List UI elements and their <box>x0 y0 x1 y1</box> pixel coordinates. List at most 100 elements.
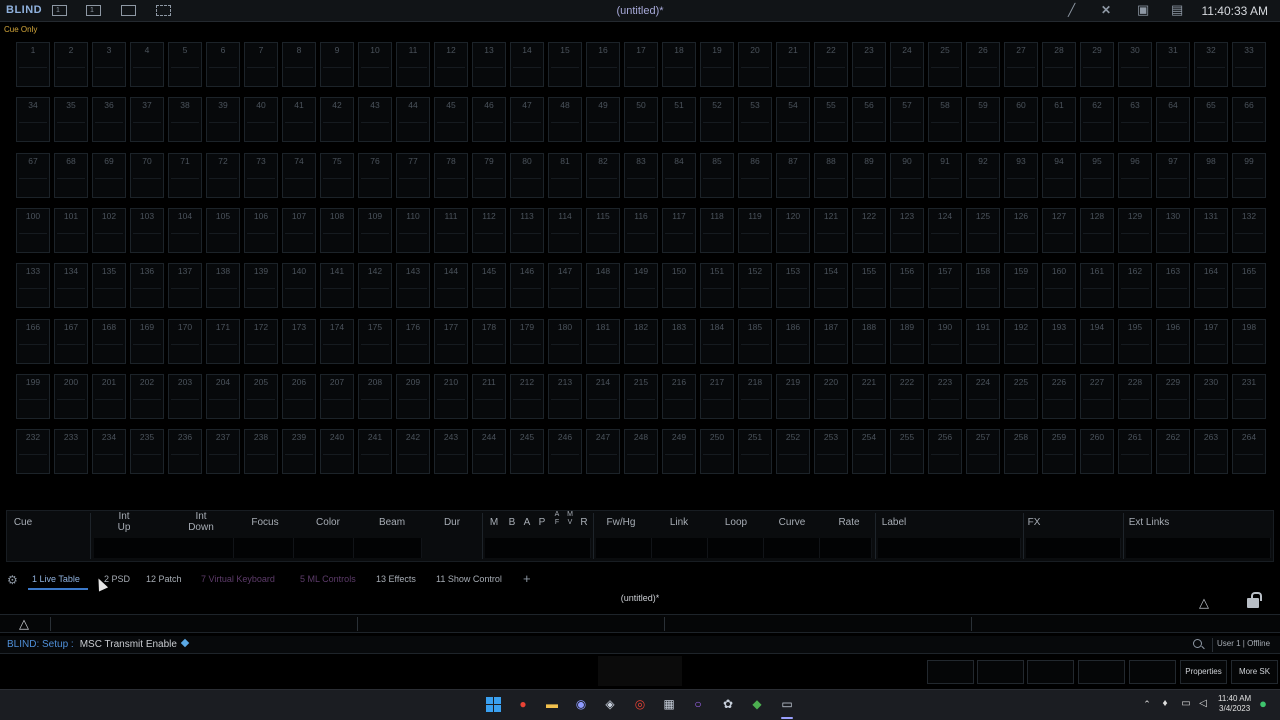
channel-cell[interactable]: 13 <box>472 42 506 87</box>
channel-cell[interactable]: 150 <box>662 263 696 309</box>
channel-cell[interactable]: 132 <box>1232 207 1266 253</box>
channel-cell[interactable]: 129 <box>1118 207 1152 253</box>
channel-cell[interactable]: 218 <box>738 373 772 419</box>
channel-cell[interactable]: 6 <box>206 42 240 87</box>
channel-cell[interactable]: 235 <box>130 429 164 475</box>
col-m[interactable]: M <box>489 517 499 528</box>
chrome-icon[interactable]: ● <box>515 696 531 712</box>
channel-cell[interactable]: 258 <box>1004 429 1038 475</box>
channel-cell[interactable]: 128 <box>1080 207 1114 253</box>
channel-cell[interactable]: 243 <box>434 429 468 475</box>
channel-cell[interactable]: 18 <box>662 42 696 87</box>
channel-cell[interactable]: 61 <box>1042 97 1076 143</box>
warning-triangle-icon[interactable]: △ <box>19 616 29 632</box>
channel-cell[interactable]: 101 <box>54 207 88 253</box>
channel-cell[interactable]: 240 <box>320 429 354 475</box>
col-r[interactable]: R <box>579 517 589 528</box>
channel-cell[interactable]: 127 <box>1042 207 1076 253</box>
channel-cell[interactable]: 255 <box>890 429 924 475</box>
record-icon[interactable]: ◎ <box>632 696 648 712</box>
channel-cell[interactable]: 219 <box>776 373 810 419</box>
channel-cell[interactable]: 78 <box>434 152 468 198</box>
col-b[interactable]: B <box>507 517 517 528</box>
steam-icon[interactable]: ◈ <box>602 696 618 712</box>
tab-show-control[interactable]: 11 Show Control <box>436 574 502 584</box>
gear-icon[interactable]: ⚙ <box>7 573 18 587</box>
channel-cell[interactable]: 89 <box>852 152 886 198</box>
channel-cell[interactable]: 195 <box>1118 318 1152 364</box>
channel-cell[interactable]: 256 <box>928 429 962 475</box>
softkey-3[interactable] <box>1027 660 1074 684</box>
channel-cell[interactable]: 236 <box>168 429 202 475</box>
channel-cell[interactable]: 225 <box>1004 373 1038 419</box>
windows-start-icon[interactable] <box>486 697 501 712</box>
channel-cell[interactable]: 142 <box>358 263 392 309</box>
channel-cell[interactable]: 114 <box>548 207 582 253</box>
channel-cell[interactable]: 138 <box>206 263 240 309</box>
cue-value-cell[interactable] <box>94 538 234 558</box>
tab-effects[interactable]: 13 Effects <box>376 574 416 584</box>
properties-softkey[interactable]: Properties <box>1180 660 1227 684</box>
channel-cell[interactable]: 190 <box>928 318 962 364</box>
channel-cell[interactable]: 40 <box>244 97 278 143</box>
channel-cell[interactable]: 141 <box>320 263 354 309</box>
channel-cell[interactable]: 113 <box>510 207 544 253</box>
channel-cell[interactable]: 252 <box>776 429 810 475</box>
channel-cell[interactable]: 247 <box>586 429 620 475</box>
channel-cell[interactable]: 223 <box>928 373 962 419</box>
cue-value-cell[interactable] <box>652 538 708 558</box>
channel-cell[interactable]: 174 <box>320 318 354 364</box>
cue-label-cell[interactable] <box>878 538 1021 558</box>
channel-cell[interactable]: 14 <box>510 42 544 87</box>
channel-cell[interactable]: 175 <box>358 318 392 364</box>
channel-cell[interactable]: 159 <box>1004 263 1038 309</box>
channel-cell[interactable]: 58 <box>928 97 962 143</box>
channel-cell[interactable]: 196 <box>1156 318 1190 364</box>
eos-app-icon[interactable]: ▭ <box>779 696 795 712</box>
channel-cell[interactable]: 26 <box>966 42 1000 87</box>
search-icon[interactable] <box>1193 639 1202 648</box>
channel-cell[interactable]: 164 <box>1194 263 1228 309</box>
channel-cell[interactable]: 119 <box>738 207 772 253</box>
channel-cell[interactable]: 171 <box>206 318 240 364</box>
channel-cell[interactable]: 167 <box>54 318 88 364</box>
channel-cell[interactable]: 184 <box>700 318 734 364</box>
keyboard-icon[interactable]: ▤ <box>1171 3 1183 17</box>
channel-cell[interactable]: 226 <box>1042 373 1076 419</box>
channel-cell[interactable]: 55 <box>814 97 848 143</box>
channel-cell[interactable]: 202 <box>130 373 164 419</box>
channel-cell[interactable]: 115 <box>586 207 620 253</box>
channel-cell[interactable]: 188 <box>852 318 886 364</box>
channel-cell[interactable]: 74 <box>282 152 316 198</box>
channel-cell[interactable]: 65 <box>1194 97 1228 143</box>
channel-cell[interactable]: 87 <box>776 152 810 198</box>
channel-cell[interactable]: 215 <box>624 373 658 419</box>
col-curve[interactable]: Curve <box>777 517 807 528</box>
channel-cell[interactable]: 107 <box>282 207 316 253</box>
channel-cell[interactable]: 36 <box>92 97 126 143</box>
network-icon[interactable]: ▭ <box>1178 696 1194 712</box>
channel-cell[interactable]: 3 <box>92 42 126 87</box>
channel-cell[interactable]: 155 <box>852 263 886 309</box>
channel-cell[interactable]: 53 <box>738 97 772 143</box>
col-focus[interactable]: Focus <box>247 517 283 528</box>
channel-cell[interactable]: 45 <box>434 97 468 143</box>
status-dot-icon[interactable]: ● <box>1255 696 1271 712</box>
channel-cell[interactable]: 12 <box>434 42 468 87</box>
channel-cell[interactable]: 249 <box>662 429 696 475</box>
channel-cell[interactable]: 259 <box>1042 429 1076 475</box>
channel-cell[interactable]: 100 <box>16 207 50 253</box>
channel-cell[interactable]: 57 <box>890 97 924 143</box>
cue-value-cell[interactable] <box>354 538 422 558</box>
channel-cell[interactable]: 75 <box>320 152 354 198</box>
obs-icon[interactable]: ○ <box>690 696 706 712</box>
channel-cell[interactable]: 139 <box>244 263 278 309</box>
channel-cell[interactable]: 233 <box>54 429 88 475</box>
channel-cell[interactable]: 103 <box>130 207 164 253</box>
channel-cell[interactable]: 212 <box>510 373 544 419</box>
channel-cell[interactable]: 67 <box>16 152 50 198</box>
channel-cell[interactable]: 27 <box>1004 42 1038 87</box>
channel-cell[interactable]: 189 <box>890 318 924 364</box>
channel-cell[interactable]: 116 <box>624 207 658 253</box>
channel-cell[interactable]: 112 <box>472 207 506 253</box>
